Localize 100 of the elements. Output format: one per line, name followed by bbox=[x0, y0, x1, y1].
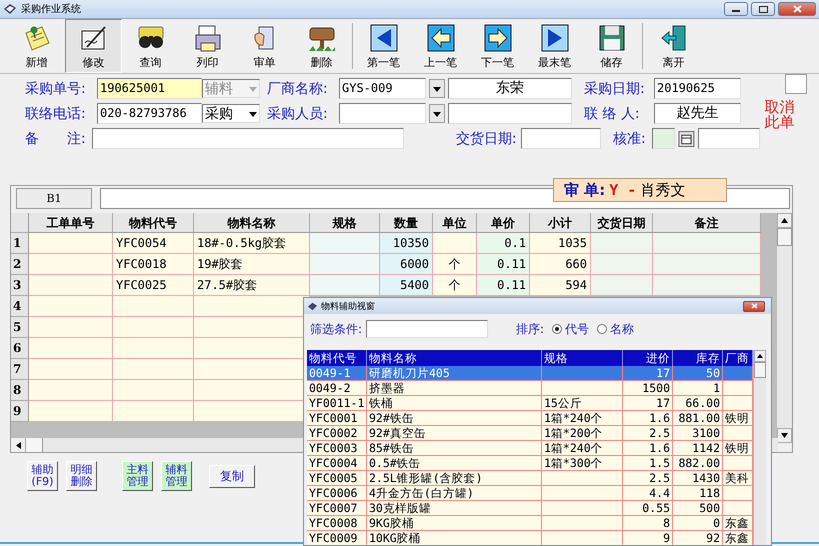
table-cell[interactable]: 0.55 bbox=[623, 501, 673, 516]
table-cell[interactable]: 30克样版罐 bbox=[367, 501, 542, 516]
column-header[interactable]: 规格 bbox=[310, 213, 380, 233]
toolbar-button[interactable]: 下一笔 bbox=[469, 19, 526, 73]
table-cell[interactable]: YF0011-1 bbox=[307, 396, 367, 411]
toolbar-button[interactable]: 列印 bbox=[179, 19, 236, 73]
cancel-link[interactable]: 取消此单 bbox=[764, 100, 794, 130]
table-cell[interactable]: 0049-2 bbox=[307, 381, 367, 396]
table-cell[interactable]: 0.5#铁缶 bbox=[367, 456, 542, 471]
table-cell[interactable]: 1430 bbox=[673, 471, 723, 486]
input-field[interactable]: GYS-009 bbox=[339, 78, 426, 99]
table-cell[interactable]: 1 bbox=[673, 381, 723, 396]
toolbar-button[interactable]: 离开 bbox=[645, 19, 702, 73]
table-cell[interactable]: 1箱*200个 bbox=[542, 426, 623, 441]
table-cell[interactable]: 0049-1 bbox=[307, 366, 367, 381]
table-cell[interactable]: 1500 bbox=[623, 381, 673, 396]
table-cell[interactable]: 85#铁缶 bbox=[367, 441, 542, 456]
toolbar-button[interactable]: 第一笔 bbox=[355, 19, 412, 73]
input-field[interactable]: 20190625 bbox=[654, 78, 741, 99]
table-cell[interactable]: YFC0003 bbox=[307, 441, 367, 456]
column-header[interactable]: 物料代号 bbox=[307, 350, 367, 366]
table-cell[interactable]: 东鑫 bbox=[723, 531, 753, 545]
table-cell[interactable]: 500 bbox=[673, 501, 723, 516]
input-field[interactable]: 020-82793786 bbox=[97, 103, 202, 124]
table-cell[interactable]: 铁明 bbox=[723, 441, 753, 456]
toolbar-button[interactable]: 储存 bbox=[583, 19, 640, 73]
table-cell[interactable]: 66.00 bbox=[673, 396, 723, 411]
table-cell[interactable]: 9 bbox=[623, 531, 673, 545]
action-button[interactable]: 辅料管理 bbox=[161, 461, 192, 491]
table-cell[interactable]: 1.6 bbox=[623, 441, 673, 456]
toolbar-button[interactable]: 删除 bbox=[293, 19, 350, 73]
table-cell[interactable]: 3100 bbox=[673, 426, 723, 441]
table-cell[interactable]: 1.5 bbox=[623, 456, 673, 471]
table-cell[interactable]: 17 bbox=[623, 396, 673, 411]
table-cell[interactable]: 17 bbox=[623, 366, 673, 381]
table-cell[interactable]: 铁明 bbox=[723, 411, 753, 426]
column-header[interactable]: 物料名称 bbox=[367, 350, 542, 366]
table-cell[interactable]: 铁桶 bbox=[367, 396, 542, 411]
column-header[interactable]: 交货日期 bbox=[591, 213, 653, 233]
table-cell[interactable]: 1箱*240个 bbox=[542, 441, 623, 456]
table-cell[interactable]: 50 bbox=[673, 366, 723, 381]
toolbar-button[interactable]: 查询 bbox=[122, 19, 179, 73]
table-cell[interactable]: YFC0004 bbox=[307, 456, 367, 471]
column-header[interactable]: 备注 bbox=[653, 213, 761, 233]
table-cell[interactable]: 1箱*240个 bbox=[542, 411, 623, 426]
toolbar-button[interactable]: 最末笔 bbox=[526, 19, 583, 73]
column-header[interactable]: 库存 bbox=[673, 350, 723, 366]
action-button[interactable]: 主料管理 bbox=[122, 461, 153, 491]
table-cell[interactable]: 4.4 bbox=[623, 486, 673, 501]
table-cell[interactable]: 1.6 bbox=[623, 411, 673, 426]
column-header[interactable]: 进价 bbox=[623, 350, 673, 366]
table-cell[interactable]: 92#真空缶 bbox=[367, 426, 542, 441]
table-cell[interactable]: 4升金方缶(白方罐) bbox=[367, 486, 542, 501]
table-cell[interactable]: 10KG胶桶 bbox=[367, 531, 542, 545]
input-field[interactable]: 东荣 bbox=[448, 78, 572, 99]
input-field[interactable]: 赵先生 bbox=[654, 103, 741, 124]
table-cell[interactable]: 0 bbox=[673, 516, 723, 531]
column-header[interactable]: 规格 bbox=[542, 350, 623, 366]
column-header[interactable]: 物料名称 bbox=[194, 213, 310, 233]
action-button[interactable]: 明细删除 bbox=[66, 461, 97, 491]
table-cell[interactable]: 1箱*300个 bbox=[542, 456, 623, 471]
table-cell[interactable]: 882.00 bbox=[673, 456, 723, 471]
table-cell[interactable]: YFC0001 bbox=[307, 411, 367, 426]
table-cell[interactable]: 美科 bbox=[723, 471, 753, 486]
table-cell[interactable]: 9KG胶桶 bbox=[367, 516, 542, 531]
table-cell[interactable]: 2.5 bbox=[623, 426, 673, 441]
table-cell[interactable]: 2.5L锥形罐(含胶套) bbox=[367, 471, 542, 486]
column-header[interactable]: 物料代号 bbox=[113, 213, 194, 233]
table-cell[interactable]: 92 bbox=[673, 531, 723, 545]
toolbar-button[interactable]: 上一笔 bbox=[412, 19, 469, 73]
toolbar-button[interactable]: 修改 bbox=[65, 19, 122, 73]
action-button[interactable]: 辅助(F9) bbox=[27, 461, 58, 491]
table-cell[interactable]: 1142 bbox=[673, 441, 723, 456]
column-header[interactable]: 厂商 bbox=[723, 350, 753, 366]
toolbar-button[interactable]: 审单 bbox=[236, 19, 293, 73]
dropdown[interactable]: 采购 bbox=[202, 104, 260, 123]
column-header[interactable]: 单位 bbox=[433, 213, 477, 233]
column-header[interactable]: 小计 bbox=[530, 213, 591, 233]
table-cell[interactable]: 挤墨器 bbox=[367, 381, 542, 396]
table-cell[interactable]: 118 bbox=[673, 486, 723, 501]
column-header[interactable]: 工单单号 bbox=[29, 213, 113, 233]
input-field[interactable]: 190625001 bbox=[97, 78, 202, 99]
column-header[interactable]: 数量 bbox=[380, 213, 433, 233]
column-header[interactable]: 单价 bbox=[477, 213, 530, 233]
table-cell[interactable]: 8 bbox=[623, 516, 673, 531]
radio-button[interactable]: 名称 bbox=[597, 320, 634, 338]
radio-button[interactable]: 代号 bbox=[552, 320, 590, 338]
table-cell[interactable]: 研磨机刀片405 bbox=[367, 366, 542, 381]
table-cell[interactable]: 881.00 bbox=[673, 411, 723, 426]
table-cell[interactable]: YFC0002 bbox=[307, 426, 367, 441]
table-cell[interactable]: 东鑫 bbox=[723, 516, 753, 531]
table-cell[interactable]: YFC0007 bbox=[307, 501, 367, 516]
table-cell[interactable]: YFC0005 bbox=[307, 471, 367, 486]
table-cell[interactable]: YFC0009 bbox=[307, 531, 367, 545]
table-cell[interactable]: 15公斤 bbox=[542, 396, 623, 411]
toolbar-button[interactable]: 新增 bbox=[8, 19, 65, 73]
table-cell[interactable]: 92#铁缶 bbox=[367, 411, 542, 426]
table-cell[interactable]: 2.5 bbox=[623, 471, 673, 486]
table-cell[interactable]: YFC0008 bbox=[307, 516, 367, 531]
table-cell[interactable]: YFC0006 bbox=[307, 486, 367, 501]
